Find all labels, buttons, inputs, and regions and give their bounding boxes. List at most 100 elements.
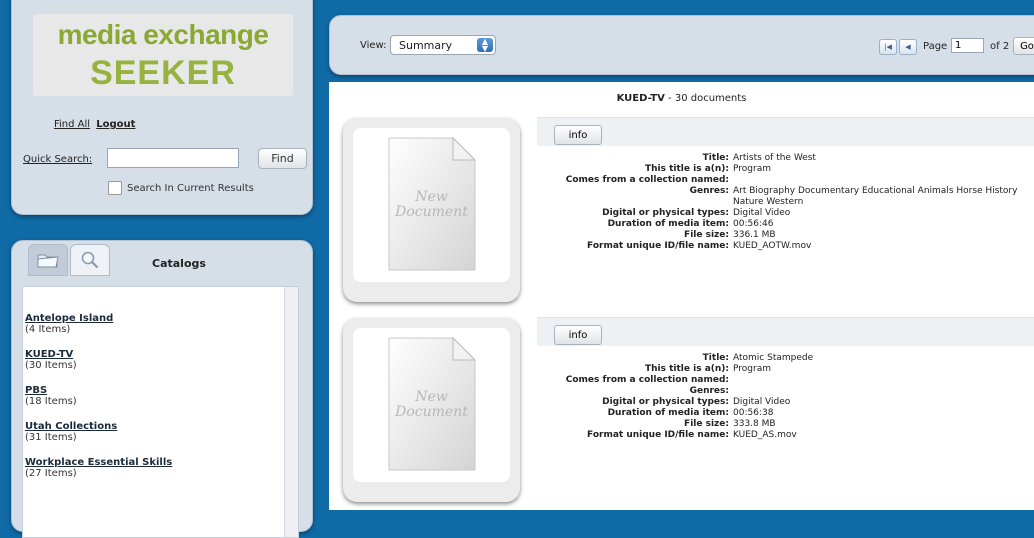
thumbnail-frame: New Document	[353, 328, 510, 482]
view-select-value: Summary	[399, 39, 453, 52]
catalog-name[interactable]: Antelope Island	[25, 313, 113, 324]
catalog-count: (4 Items)	[25, 324, 71, 335]
catalogs-title: Catalogs	[152, 257, 206, 270]
field-label-title: Title:	[702, 153, 729, 163]
thumbnail-text-line2: Document	[395, 404, 468, 420]
prev-page-button[interactable]: ◀	[899, 39, 917, 55]
catalog-item-utah-collections[interactable]: Utah Collections (31 Items)	[25, 421, 117, 443]
record-metadata: Title: Artists of the West This title is …	[539, 153, 1033, 252]
results-area: KUED-TV - 30 documents New Document info…	[329, 82, 1034, 510]
record-thumbnail[interactable]: New Document	[343, 118, 520, 302]
field-value-file-size: 333.8 MB	[733, 419, 776, 429]
catalog-item-antelope-island[interactable]: Antelope Island (4 Items)	[25, 313, 113, 335]
results-count: - 30 documents	[664, 93, 747, 104]
go-button[interactable]: Go	[1013, 37, 1034, 55]
logo-text-line2: SEEKER	[90, 54, 236, 92]
field-label-collection: Comes from a collection named:	[565, 175, 729, 185]
record-thumbnail[interactable]: New Document	[343, 318, 520, 502]
first-page-icon: |◀	[884, 43, 892, 51]
field-value-collection	[729, 175, 1033, 186]
search-in-results-checkbox[interactable]	[108, 181, 122, 195]
field-value-genres: Art Biography Documentary Educational An…	[733, 186, 1018, 207]
field-value-media-types: Digital Video	[733, 397, 791, 407]
record-metadata: Title: Atomic Stampede This title is a(n)…	[539, 353, 1033, 441]
field-label-file-size: File size:	[684, 419, 729, 429]
find-button[interactable]: Find	[258, 148, 307, 169]
field-label-genres: Genres:	[689, 386, 729, 396]
info-button[interactable]: info	[554, 325, 602, 345]
catalog-name[interactable]: Utah Collections	[25, 421, 117, 432]
catalog-count: (18 Items)	[25, 396, 77, 407]
first-page-button[interactable]: |◀	[879, 39, 897, 55]
result-record: New Document info Title: Artists of the W…	[329, 117, 1034, 317]
field-label-file-name: Format unique ID/file name:	[587, 241, 729, 251]
results-collection: KUED-TV	[616, 93, 665, 104]
app-logo: media exchange SEEKER	[33, 14, 293, 96]
page-total: of 2	[990, 41, 1010, 52]
field-value-type: Program	[733, 164, 771, 174]
field-value-genres	[729, 386, 1033, 397]
field-value-duration: 00:56:46	[733, 219, 774, 229]
info-button[interactable]: info	[554, 125, 602, 145]
tab-browse-folders[interactable]	[28, 244, 68, 276]
quick-search-label: Quick Search:	[23, 154, 93, 165]
results-header: KUED-TV - 30 documents	[329, 93, 1034, 104]
record-header-band	[537, 117, 1034, 146]
thumbnail-text-line1: New	[415, 189, 448, 205]
catalog-count: (31 Items)	[25, 432, 77, 443]
field-value-media-types: Digital Video	[733, 208, 791, 218]
thumbnail-text-line1: New	[415, 389, 448, 405]
field-label-media-types: Digital or physical types:	[602, 208, 729, 218]
field-value-title: Atomic Stampede	[733, 353, 814, 363]
view-label: View:	[360, 40, 387, 51]
field-label-file-name: Format unique ID/file name:	[587, 430, 729, 440]
field-label-genres: Genres:	[689, 186, 729, 196]
nav-links: Find All Logout	[54, 119, 135, 130]
search-in-results-label: Search In Current Results	[127, 182, 254, 194]
catalog-name[interactable]: KUED-TV	[25, 349, 77, 360]
results-toolbar: View: Summary ▲▼ |◀ ◀ Page of 2 Go	[329, 15, 1034, 75]
page-label: Page	[923, 41, 948, 52]
field-value-type: Program	[733, 364, 771, 374]
field-label-media-types: Digital or physical types:	[602, 397, 729, 407]
field-value-file-name: KUED_AS.mov	[733, 430, 797, 440]
find-all-link[interactable]: Find All	[54, 119, 90, 130]
thumbnail-frame: New Document	[353, 128, 510, 282]
logout-link[interactable]: Logout	[96, 119, 135, 130]
folder-icon	[37, 254, 59, 268]
sidebar-search-panel: media exchange SEEKER Find All Logout Qu…	[11, 0, 313, 215]
field-label-duration: Duration of media item:	[607, 219, 729, 229]
record-header-band	[537, 317, 1034, 346]
catalog-item-kued-tv[interactable]: KUED-TV (30 Items)	[25, 349, 77, 371]
catalog-name[interactable]: Workplace Essential Skills	[25, 457, 172, 468]
catalog-list: Antelope Island (4 Items) KUED-TV (30 It…	[22, 286, 299, 538]
field-label-type: This title is a(n):	[644, 164, 729, 174]
catalog-count: (30 Items)	[25, 360, 77, 371]
magnifier-icon	[81, 251, 99, 269]
field-label-duration: Duration of media item:	[607, 408, 729, 418]
thumbnail-text-line2: Document	[395, 204, 468, 220]
quick-search-input[interactable]	[107, 148, 239, 168]
view-select[interactable]: Summary ▲ ▼	[390, 35, 496, 55]
catalog-scrollbar[interactable]	[284, 287, 298, 537]
catalog-count: (27 Items)	[25, 468, 77, 479]
field-value-file-name: KUED_AOTW.mov	[733, 241, 812, 251]
field-value-collection	[729, 375, 1033, 386]
field-value-title: Artists of the West	[733, 153, 816, 163]
field-label-file-size: File size:	[684, 230, 729, 240]
search-in-results-option[interactable]: Search In Current Results	[108, 181, 254, 195]
page-number-input[interactable]	[951, 38, 984, 53]
result-record: New Document info Title: Atomic Stampede …	[329, 317, 1034, 517]
field-value-file-size: 336.1 MB	[733, 230, 776, 240]
catalog-name[interactable]: PBS	[25, 385, 77, 396]
field-value-duration: 00:56:38	[733, 408, 774, 418]
select-arrows-icon: ▲ ▼	[477, 38, 493, 53]
prev-page-icon: ◀	[905, 43, 911, 51]
catalog-item-workplace-essential-skills[interactable]: Workplace Essential Skills (27 Items)	[25, 457, 172, 479]
field-label-collection: Comes from a collection named:	[565, 375, 729, 385]
catalog-item-pbs[interactable]: PBS (18 Items)	[25, 385, 77, 407]
tab-search[interactable]	[70, 244, 110, 276]
field-label-type: This title is a(n):	[644, 364, 729, 374]
logo-text-line1: media exchange	[57, 19, 269, 50]
catalogs-panel: Catalogs Antelope Island (4 Items) KUED-…	[11, 240, 313, 538]
